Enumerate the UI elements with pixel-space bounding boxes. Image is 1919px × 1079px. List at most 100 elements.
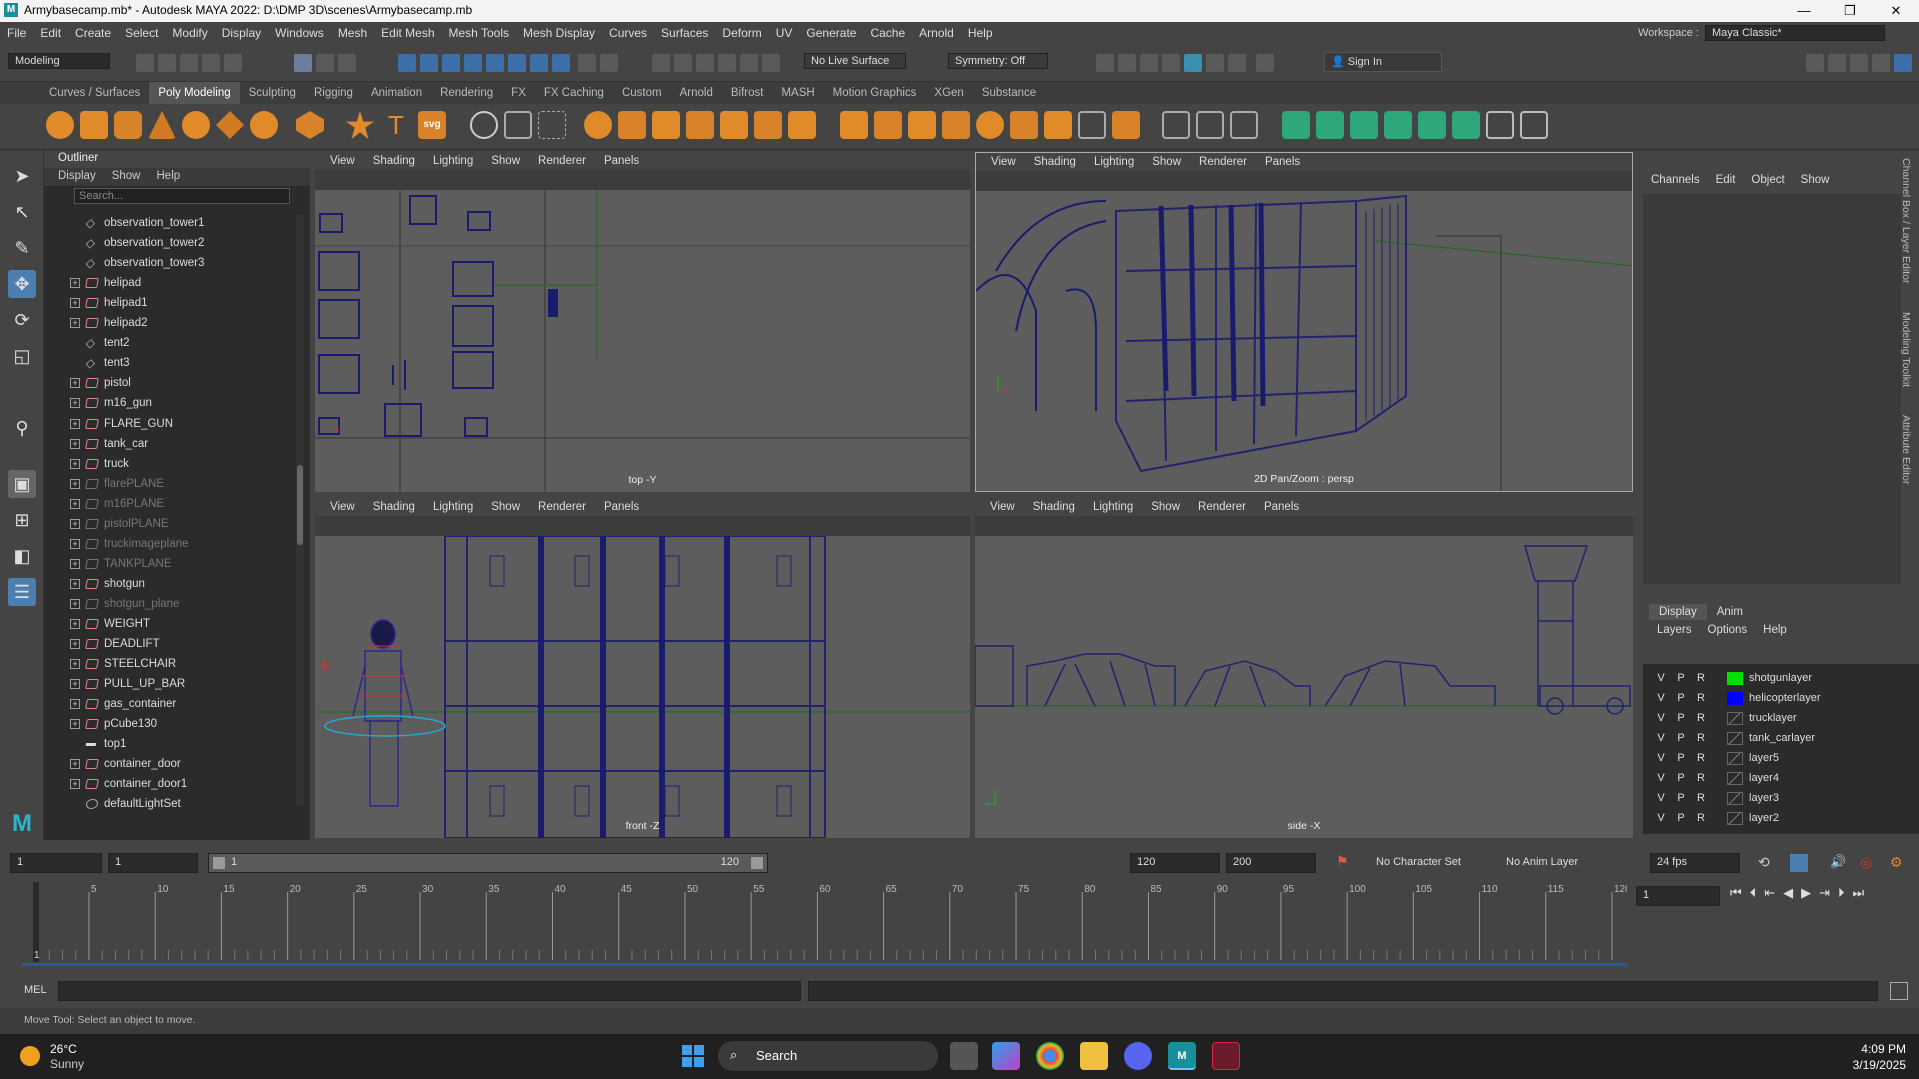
outliner-item[interactable]: + DEADLIFT — [44, 634, 284, 654]
save-scene-icon[interactable] — [180, 54, 198, 72]
anim-end-field[interactable]: 200 — [1226, 853, 1316, 873]
expand-icon[interactable]: + — [70, 639, 80, 650]
poly-cube-icon[interactable] — [80, 111, 108, 139]
layer-color-swatch[interactable] — [1727, 672, 1743, 685]
layer-editor-toggle-icon[interactable] — [1894, 54, 1912, 72]
persp-outliner-layout-icon[interactable]: ◧ — [8, 542, 36, 570]
uv-toolkit-icon[interactable] — [1486, 111, 1514, 139]
layer-color-swatch[interactable] — [1727, 692, 1743, 705]
shelf-tab-arnold[interactable]: Arnold — [671, 82, 722, 104]
prev-key-icon[interactable]: ⇤ — [1764, 885, 1775, 901]
layer-menu-layers[interactable]: Layers — [1657, 624, 1692, 636]
shelf-tab-curves-surfaces[interactable]: Curves / Surfaces — [40, 82, 149, 104]
poly-cylinder-icon[interactable] — [114, 111, 142, 139]
layer-row[interactable]: V P Rtrucklayer — [1655, 708, 1900, 728]
expand-icon[interactable]: + — [70, 598, 80, 609]
unfold-icon[interactable] — [1418, 111, 1446, 139]
select-object-icon[interactable] — [316, 54, 334, 72]
outliner-item[interactable]: ▬ top1 — [44, 734, 284, 754]
menu-generate[interactable]: Generate — [799, 26, 863, 40]
vp-menu-shading[interactable]: Shading — [364, 501, 424, 513]
menu-windows[interactable]: Windows — [268, 26, 331, 40]
select-tool-icon[interactable]: ➤ — [8, 162, 36, 190]
combine-icon[interactable] — [584, 111, 612, 139]
outliner-item[interactable]: + tank_car — [44, 434, 284, 454]
outliner-item[interactable]: + STEELCHAIR — [44, 654, 284, 674]
minimize-button[interactable]: — — [1781, 0, 1827, 22]
vp-menu-show[interactable]: Show — [482, 155, 529, 167]
menu-uv[interactable]: UV — [769, 26, 800, 40]
target-weld-icon[interactable] — [1112, 111, 1140, 139]
shelf-tab-rigging[interactable]: Rigging — [305, 82, 362, 104]
range-slider[interactable]: 1 120 — [208, 853, 768, 873]
menu-mesh-tools[interactable]: Mesh Tools — [442, 26, 516, 40]
channel-box-toggle-icon[interactable] — [1872, 54, 1890, 72]
layer-reference-toggle[interactable]: R — [1695, 748, 1707, 768]
range-slider-end-handle[interactable] — [751, 857, 763, 869]
scale-tool-icon[interactable]: ◱ — [8, 342, 36, 370]
insert-edge-loop-icon[interactable] — [1196, 111, 1224, 139]
layer-reference-toggle[interactable]: R — [1695, 768, 1707, 788]
shelf-tab-mash[interactable]: MASH — [772, 82, 823, 104]
snap-curve-icon[interactable] — [420, 54, 438, 72]
render-settings-icon[interactable] — [1162, 54, 1180, 72]
outliner-item[interactable]: ◇ observation_tower3 — [44, 253, 284, 273]
viewport-front[interactable]: View Shading Lighting Show Renderer Panels ✛ … — [315, 498, 970, 838]
hypershade-icon[interactable] — [1184, 54, 1202, 72]
snap-pivot-icon[interactable] — [530, 54, 548, 72]
shelf-tab-rendering[interactable]: Rendering — [431, 82, 502, 104]
outliner-layout-icon[interactable]: ☰ — [8, 578, 36, 606]
poly-plane-icon[interactable] — [216, 111, 244, 139]
move-tool-icon[interactable]: ✥ — [8, 270, 36, 298]
copilot-icon[interactable] — [992, 1042, 1020, 1070]
menu-help[interactable]: Help — [961, 26, 1000, 40]
layer-color-swatch[interactable] — [1727, 792, 1743, 805]
layer-color-swatch[interactable] — [1727, 752, 1743, 765]
expand-icon[interactable]: + — [70, 418, 80, 429]
clock-time[interactable]: 4:09 PM — [1844, 1042, 1906, 1056]
menu-surfaces[interactable]: Surfaces — [654, 26, 715, 40]
menu-edit-mesh[interactable]: Edit Mesh — [374, 26, 441, 40]
app-taskbar-icon[interactable] — [1212, 1042, 1240, 1070]
expand-icon[interactable]: + — [70, 378, 80, 389]
vp-menu-panels[interactable]: Panels — [595, 155, 648, 167]
poly-sphere-icon[interactable] — [46, 111, 74, 139]
new-scene-icon[interactable] — [136, 54, 154, 72]
undo-icon[interactable] — [202, 54, 220, 72]
input-ops-icon[interactable] — [652, 54, 670, 72]
vp-menu-view[interactable]: View — [981, 501, 1024, 513]
mel-input[interactable] — [58, 981, 801, 1001]
outliner-item[interactable]: ◇ observation_tower1 — [44, 213, 284, 233]
cb-menu-edit[interactable]: Edit — [1716, 174, 1736, 186]
snap-point-icon[interactable] — [442, 54, 460, 72]
super-shape-icon[interactable] — [346, 111, 374, 139]
layer-playback-toggle[interactable]: P — [1675, 748, 1687, 768]
layer-reference-toggle[interactable]: R — [1695, 688, 1707, 708]
symmetry-dropdown[interactable]: Symmetry: Off — [948, 53, 1048, 69]
anim-layer-dropdown[interactable]: No Anim Layer — [1506, 856, 1578, 868]
extrude-icon[interactable] — [840, 111, 868, 139]
file-explorer-icon[interactable] — [1080, 1042, 1108, 1070]
outliner-item[interactable]: + container_door — [44, 754, 284, 774]
shelf-tab-motion-graphics[interactable]: Motion Graphics — [824, 82, 926, 104]
outliner-item[interactable]: + truckimageplane — [44, 534, 284, 554]
cb-menu-show[interactable]: Show — [1801, 174, 1830, 186]
vp-menu-show[interactable]: Show — [482, 501, 529, 513]
vp-menu-lighting[interactable]: Lighting — [1085, 156, 1143, 168]
outliner-item[interactable]: + shotgun — [44, 574, 284, 594]
layer-reference-toggle[interactable]: R — [1695, 708, 1707, 728]
layer-visibility-toggle[interactable]: V — [1655, 748, 1667, 768]
layer-row[interactable]: V P Rshotgunlayer — [1655, 668, 1900, 688]
live-surface-field[interactable]: No Live Surface — [804, 53, 906, 69]
lasso-select-icon[interactable] — [718, 54, 736, 72]
boolean-icon[interactable] — [720, 111, 748, 139]
layer-color-swatch[interactable] — [1727, 772, 1743, 785]
vp-menu-show[interactable]: Show — [1143, 156, 1190, 168]
snap-vertex-icon[interactable] — [508, 54, 526, 72]
layer-visibility-toggle[interactable]: V — [1655, 768, 1667, 788]
menu-cache[interactable]: Cache — [863, 26, 912, 40]
vp-menu-renderer[interactable]: Renderer — [529, 155, 595, 167]
vp-menu-renderer[interactable]: Renderer — [1189, 501, 1255, 513]
make-hole-icon[interactable] — [1010, 111, 1038, 139]
range-slider-start-handle[interactable] — [213, 857, 225, 869]
